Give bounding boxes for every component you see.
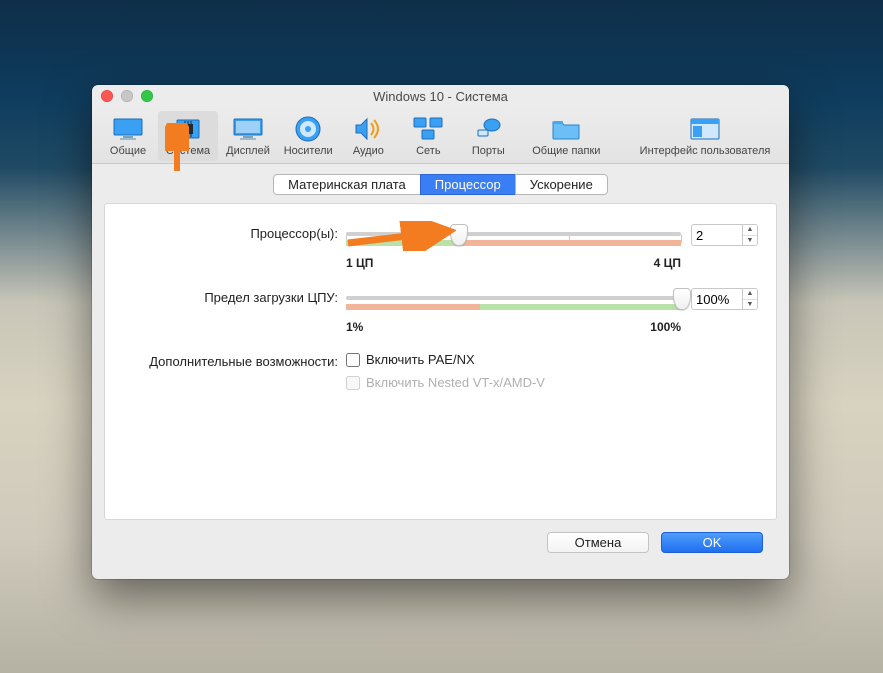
chip-icon xyxy=(172,115,204,143)
tab-network[interactable]: Сеть xyxy=(398,111,458,161)
cancel-button[interactable]: Отмена xyxy=(547,532,649,553)
tab-ports[interactable]: Порты xyxy=(458,111,518,161)
execution-cap-label: Предел загрузки ЦПУ: xyxy=(123,288,346,305)
speaker-icon xyxy=(352,115,384,143)
tab-label: Дисплей xyxy=(226,145,270,157)
cpu-count-input[interactable] xyxy=(691,224,743,246)
tab-label: Интерфейс пользователя xyxy=(640,145,771,157)
titlebar: Windows 10 - Система xyxy=(92,85,789,107)
slider-thumb[interactable] xyxy=(450,224,468,246)
tab-label: Аудио xyxy=(353,145,384,157)
processors-label: Процессор(ы): xyxy=(123,224,346,241)
processor-panel: Процессор(ы): xyxy=(104,203,777,520)
tab-label: Носители xyxy=(284,145,333,157)
extra-features-label: Дополнительные возможности: xyxy=(123,352,346,369)
tab-motherboard[interactable]: Материнская плата xyxy=(273,174,420,195)
desktop-background: Windows 10 - Система Общие Система Диспл… xyxy=(0,0,883,673)
tab-general[interactable]: Общие xyxy=(98,111,158,161)
close-window-button[interactable] xyxy=(101,90,113,102)
tab-audio[interactable]: Аудио xyxy=(338,111,398,161)
segmented-control: Материнская плата Процессор Ускорение xyxy=(273,174,608,195)
cpu-count-slider[interactable] xyxy=(346,224,681,244)
tab-processor[interactable]: Процессор xyxy=(420,174,515,195)
tab-storage[interactable]: Носители xyxy=(278,111,338,161)
stepper-up[interactable]: ▲ xyxy=(743,289,757,300)
execution-cap-slider[interactable] xyxy=(346,288,681,308)
window-layout-icon xyxy=(689,115,721,143)
tab-label: Общие xyxy=(110,145,146,157)
cpu-min-label: 1 ЦП xyxy=(346,256,373,270)
display-icon xyxy=(232,115,264,143)
nested-vt-label: Включить Nested VT-x/AMD-V xyxy=(366,375,545,390)
disk-icon xyxy=(292,115,324,143)
settings-toolbar: Общие Система Дисплей Носители xyxy=(92,107,789,164)
tab-label: Система xyxy=(166,145,210,157)
tab-display[interactable]: Дисплей xyxy=(218,111,278,161)
window-title: Windows 10 - Система xyxy=(92,89,789,104)
tab-label: Порты xyxy=(472,145,505,157)
cpu-max-label: 4 ЦП xyxy=(654,256,681,270)
pae-nx-option[interactable]: Включить PAE/NX xyxy=(346,352,475,367)
tab-shared-folders[interactable]: Общие папки xyxy=(518,111,614,161)
pae-nx-label: Включить PAE/NX xyxy=(366,352,475,367)
content-area: Материнская плата Процессор Ускорение Пр… xyxy=(92,164,789,579)
window-controls xyxy=(92,90,153,102)
settings-window: Windows 10 - Система Общие Система Диспл… xyxy=(92,85,789,579)
nested-vt-checkbox xyxy=(346,376,360,390)
nested-vt-option: Включить Nested VT-x/AMD-V xyxy=(346,375,545,390)
sub-tabs: Материнская плата Процессор Ускорение xyxy=(104,174,777,195)
tab-system[interactable]: Система xyxy=(158,111,218,161)
zoom-window-button[interactable] xyxy=(141,90,153,102)
monitor-icon xyxy=(112,115,144,143)
minimize-window-button[interactable] xyxy=(121,90,133,102)
cap-max-label: 100% xyxy=(650,320,681,334)
execution-cap-stepper[interactable]: ▲ ▼ xyxy=(743,288,758,310)
stepper-down[interactable]: ▼ xyxy=(743,236,757,246)
cap-min-label: 1% xyxy=(346,320,363,334)
tab-acceleration[interactable]: Ускорение xyxy=(515,174,608,195)
stepper-down[interactable]: ▼ xyxy=(743,300,757,310)
dialog-buttons: Отмена OK xyxy=(104,520,777,567)
usb-icon xyxy=(472,115,504,143)
tab-user-interface[interactable]: Интерфейс пользователя xyxy=(627,111,783,161)
folder-icon xyxy=(550,115,582,143)
ok-button[interactable]: OK xyxy=(661,532,763,553)
slider-thumb[interactable] xyxy=(673,288,691,310)
stepper-up[interactable]: ▲ xyxy=(743,225,757,236)
network-icon xyxy=(412,115,444,143)
tab-label: Сеть xyxy=(416,145,440,157)
execution-cap-input[interactable] xyxy=(691,288,743,310)
pae-nx-checkbox[interactable] xyxy=(346,353,360,367)
tab-label: Общие папки xyxy=(532,145,600,157)
cpu-count-stepper[interactable]: ▲ ▼ xyxy=(743,224,758,246)
